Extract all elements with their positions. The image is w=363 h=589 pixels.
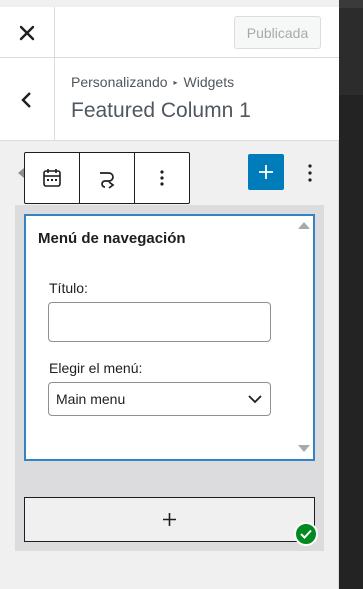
scroll-up-arrow-icon[interactable] [298,222,310,229]
customizer-header: Publicada [0,0,339,58]
more-options-icon [160,170,164,186]
breadcrumb-root: Personalizando [71,74,168,90]
section-title-bar: Personalizando ▸ Widgets Featured Column… [0,58,339,141]
back-button[interactable] [0,58,55,141]
title-field-label: Título: [49,280,88,296]
scroll-down-arrow-icon[interactable] [298,445,310,452]
customizer-panel: Publicada Personalizando ▸ Widgets Featu… [0,0,339,589]
transform-icon [100,172,115,189]
widget-title: Menú de navegación [38,230,186,247]
more-menu-button[interactable] [298,158,322,188]
plus-icon [259,165,273,179]
close-customizer-button[interactable] [0,7,55,58]
preview-top-strip [339,0,363,8]
header-top-strip [0,0,339,7]
add-block-button[interactable] [248,154,284,190]
saved-status-badge [294,522,318,546]
navigation-menu-widget[interactable]: Menú de navegación Título: Elegir el men… [24,214,315,461]
menu-select-value: Main menu [56,391,126,407]
transform-button[interactable] [80,153,135,203]
chevron-down-icon [248,394,262,403]
breadcrumb: Personalizando ▸ Widgets [71,74,234,90]
append-block-button[interactable] [24,497,315,542]
close-icon [19,25,35,40]
title-input[interactable] [48,302,271,342]
publish-button[interactable]: Publicada [234,16,321,49]
block-type-button[interactable] [25,153,80,203]
site-preview-background [339,0,363,589]
plus-icon [163,513,176,526]
page-title: Featured Column 1 [71,99,251,122]
calendar-icon [43,169,61,187]
breadcrumb-current: Widgets [183,74,235,90]
menu-select[interactable]: Main menu [48,382,271,416]
chevron-left-icon [21,91,31,108]
block-toolbar [24,152,190,204]
breadcrumb-separator: ▸ [173,77,178,87]
preview-content-strip [339,95,363,589]
block-options-button[interactable] [135,153,189,203]
check-icon [300,529,312,539]
vertical-ellipsis-icon [308,164,312,182]
menu-field-label: Elegir el menú: [49,360,143,376]
